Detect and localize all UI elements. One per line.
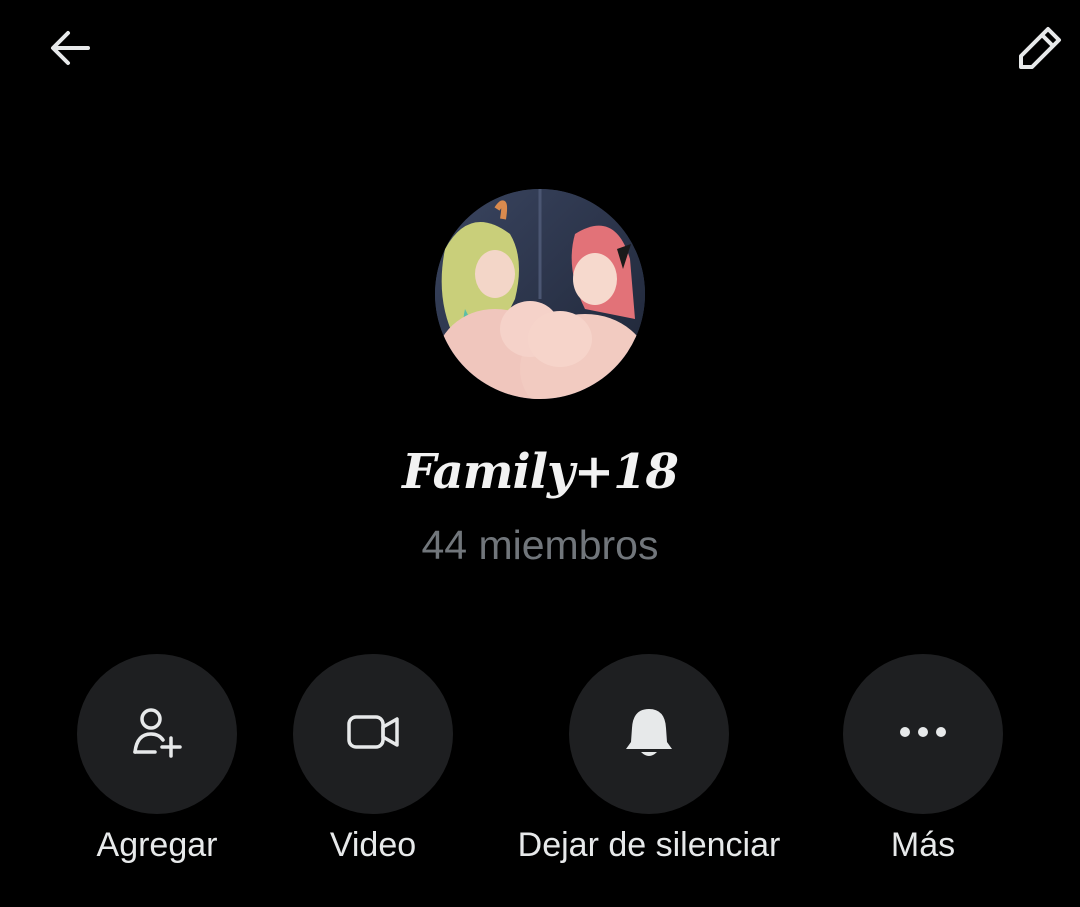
more-dots-icon: [897, 722, 949, 747]
unmute-label: Dejar de silenciar: [517, 826, 781, 864]
more-label: Más: [890, 826, 956, 864]
more-button[interactable]: [843, 654, 1003, 814]
bell-icon: [621, 704, 677, 765]
group-avatar[interactable]: [435, 189, 645, 399]
member-count[interactable]: 44 miembros: [0, 522, 1080, 569]
add-member-button[interactable]: [77, 654, 237, 814]
video-button[interactable]: [293, 654, 453, 814]
video-label: Video: [329, 826, 417, 864]
add-member-label: Agregar: [96, 826, 218, 864]
arrow-left-icon: [46, 24, 94, 77]
group-name: Family+18: [402, 444, 679, 500]
video-camera-icon: [344, 703, 402, 766]
edit-button[interactable]: [1012, 22, 1068, 78]
back-button[interactable]: [42, 22, 98, 78]
add-user-icon: [129, 704, 185, 765]
more-action: Más: [783, 654, 1063, 865]
unmute-button[interactable]: [569, 654, 729, 814]
video-action: Video: [233, 654, 513, 865]
pencil-icon: [1015, 23, 1065, 78]
unmute-action: Dejar de silenciar: [509, 654, 789, 865]
